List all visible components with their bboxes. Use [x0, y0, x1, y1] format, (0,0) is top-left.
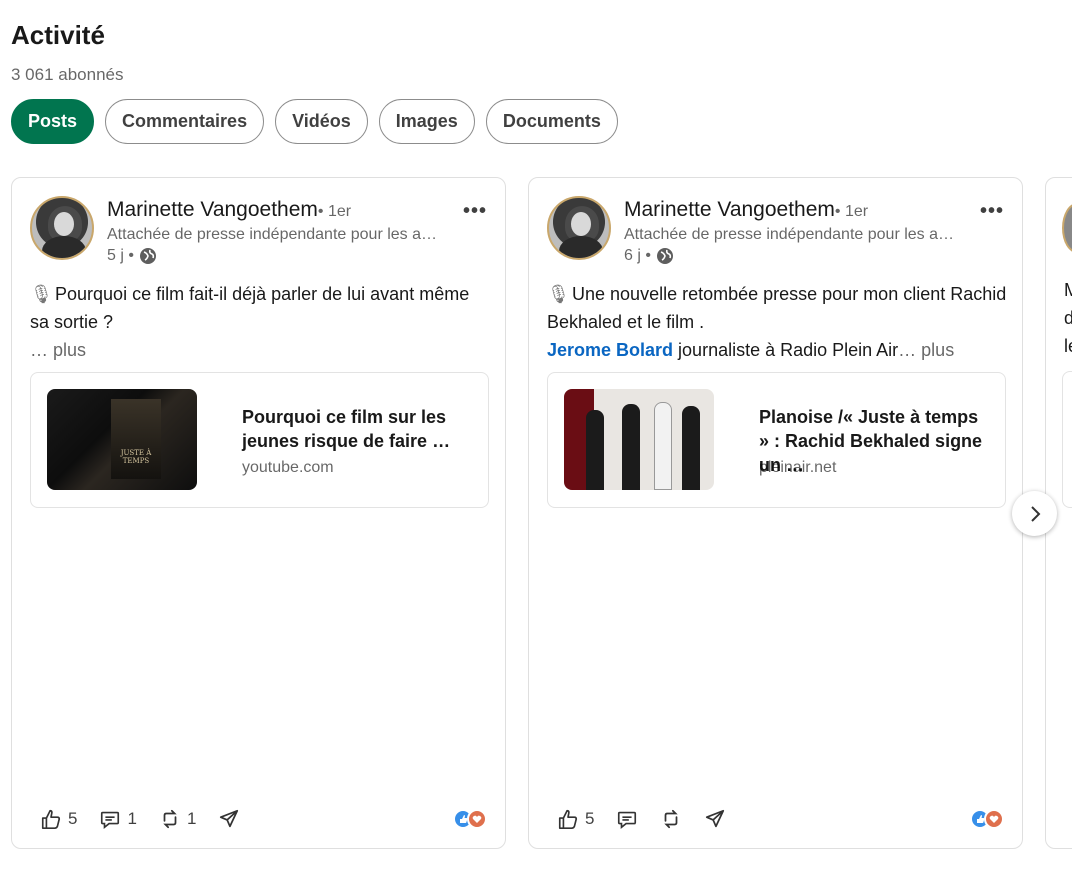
link-title: Pourquoi ce film sur les jeunes risque d… [242, 407, 451, 451]
like-button[interactable]: 5 [40, 808, 77, 830]
repost-icon [163, 809, 177, 829]
connection-degree: • 1er [834, 203, 869, 220]
post-author[interactable]: Marinette Vangoethem• 1er [107, 198, 351, 222]
like-button[interactable]: 5 [557, 808, 594, 830]
repost-button[interactable] [660, 808, 682, 830]
post-time: 5 j • [107, 247, 134, 264]
thumbnail-caption: JUSTE À TEMPS [120, 449, 152, 465]
tab-comments[interactable]: Commentaires [105, 99, 265, 144]
repost-count: 1 [186, 809, 197, 828]
chevron-right-icon [1030, 505, 1040, 522]
repost-icon [664, 809, 679, 829]
link-preview[interactable]: Planoise /« Juste à temps » : Rachid Bek… [547, 372, 1006, 508]
post-actions: 5 [557, 808, 726, 830]
connection-degree: • 1er [317, 203, 352, 220]
reaction-summary[interactable] [453, 809, 487, 829]
post-text-line: journaliste à Radio Plein Air [673, 340, 899, 360]
author-name[interactable]: Marinette Vangoethem [624, 198, 835, 221]
link-domain: youtube.com [242, 459, 334, 476]
post-text-fragment: d [1064, 308, 1072, 328]
post-text: 🎙 Pourquoi ce film fait-il déjà parler d… [30, 280, 490, 364]
post-meta: 6 j • [624, 247, 674, 265]
link-preview [1062, 371, 1072, 508]
follower-count: 3 061 abonnés [11, 65, 124, 84]
link-preview[interactable]: JUSTE À TEMPS Pourquoi ce film sur les j… [30, 372, 489, 508]
more-options-icon[interactable]: ••• [980, 200, 1004, 223]
see-more-link[interactable]: … plus [30, 340, 86, 360]
post-text: 🎙 Une nouvelle retombée presse pour mon … [547, 280, 1007, 364]
comment-button[interactable]: 1 [99, 808, 137, 830]
post-text-line: Pourquoi ce film fait-il déjà parler de … [30, 284, 470, 332]
send-button[interactable] [218, 808, 240, 830]
comment-icon [618, 811, 637, 829]
tab-posts[interactable]: Posts [11, 99, 95, 144]
send-icon [706, 809, 725, 828]
post-meta: 5 j • [107, 247, 157, 265]
post-text-fragment: le [1064, 336, 1072, 356]
thumbs-up-icon [558, 809, 578, 829]
like-count: 5 [585, 809, 595, 828]
link-thumbnail: JUSTE À TEMPS [47, 389, 197, 490]
send-button[interactable] [704, 808, 726, 830]
link-thumbnail [564, 389, 714, 490]
link-domain: pleinair.net [759, 459, 837, 476]
post-card: Marinette Vangoethem• 1er Attachée de pr… [11, 177, 506, 849]
post-text-line: Une nouvelle retombée presse pour mon cl… [547, 284, 1007, 332]
repost-button[interactable]: 1 [159, 808, 196, 830]
more-options-icon[interactable]: ••• [463, 200, 487, 223]
like-count: 5 [68, 809, 78, 828]
post-actions: 5 1 1 [40, 808, 240, 830]
comment-count: 1 [127, 809, 137, 828]
comment-icon [101, 811, 120, 829]
tab-documents[interactable]: Documents [485, 99, 618, 144]
avatar[interactable] [547, 196, 611, 260]
microphone-icon: 🎙 [547, 284, 570, 304]
author-name[interactable]: Marinette Vangoethem [107, 198, 318, 221]
avatar[interactable] [30, 196, 94, 260]
avatar [1062, 203, 1072, 253]
love-reaction-icon [984, 809, 1004, 829]
carousel-next-button[interactable] [1012, 491, 1057, 536]
globe-icon [139, 248, 156, 264]
thumbs-up-icon [41, 809, 61, 829]
post-text-fragment: M [1064, 280, 1072, 300]
microphone-icon: 🎙 [30, 284, 53, 304]
author-headline: Attachée de presse indépendante pour les… [107, 226, 438, 243]
mention-link[interactable]: Jerome Bolard [547, 340, 673, 360]
tab-videos[interactable]: Vidéos [275, 99, 368, 144]
author-headline: Attachée de presse indépendante pour les… [624, 226, 955, 243]
love-reaction-icon [467, 809, 487, 829]
post-card: Marinette Vangoethem• 1er Attachée de pr… [528, 177, 1023, 849]
page-title: Activité [11, 20, 105, 50]
globe-icon [656, 248, 673, 264]
see-more-link[interactable]: … plus [898, 340, 954, 360]
tab-images[interactable]: Images [378, 99, 475, 144]
reaction-summary[interactable] [970, 809, 1004, 829]
post-author[interactable]: Marinette Vangoethem• 1er [624, 198, 868, 222]
post-time: 6 j • [624, 247, 651, 264]
activity-filter-tabs: Posts Commentaires Vidéos Images Documen… [11, 99, 618, 144]
send-icon [220, 809, 239, 828]
comment-button[interactable] [616, 808, 638, 830]
